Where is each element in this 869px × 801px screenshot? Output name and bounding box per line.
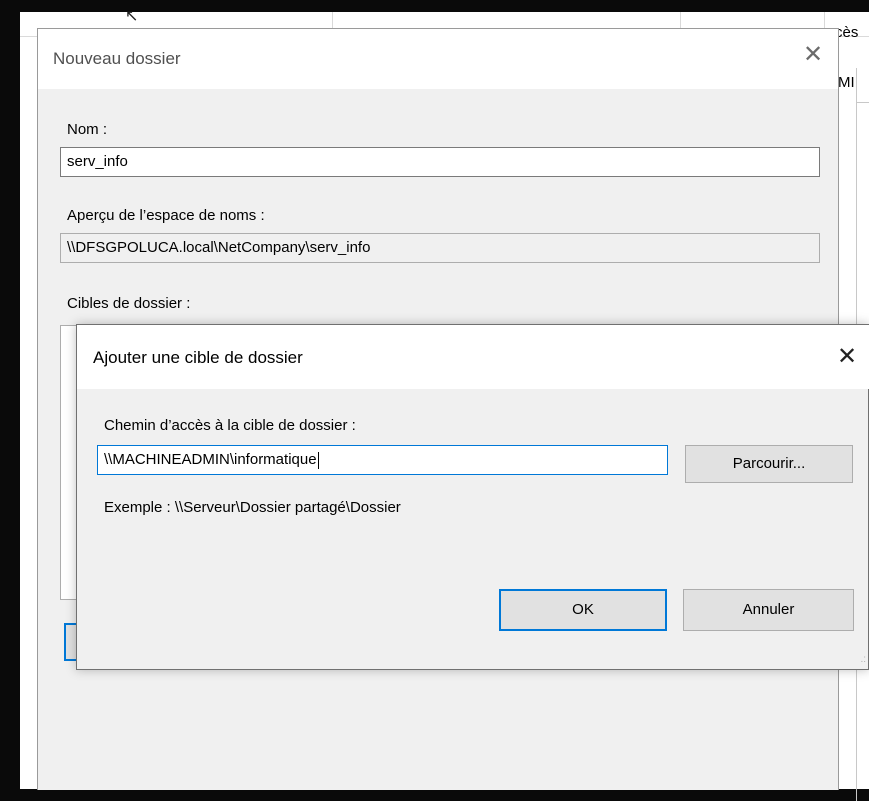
namespace-preview-label: Aperçu de l’espace de noms : [67,207,265,224]
example-text: Exemple : \\Serveur\Dossier partagé\Doss… [104,499,401,516]
name-label: Nom : [67,121,108,138]
folder-targets-label: Cibles de dossier : [67,295,191,312]
background-cell-text: MI [838,74,855,91]
name-field[interactable]: serv_info [60,147,820,177]
close-icon[interactable]: ✕ [793,35,833,75]
background-grid-line [856,102,869,103]
namespace-preview-field: \\DFSGPOLUCA.local\NetCompany\serv_info [60,233,820,263]
resize-grip-icon[interactable]: .: [860,654,866,665]
cancel-button[interactable]: Annuler [683,589,854,631]
browse-button[interactable]: Parcourir... [685,445,853,483]
add-target-titlebar: Ajouter une cible de dossier ✕ [77,325,869,389]
ok-button[interactable]: OK [499,589,667,631]
target-path-label: Chemin d’accès à la cible de dossier : [104,417,356,434]
new-folder-titlebar: Nouveau dossier ✕ [38,29,838,89]
add-target-title: Ajouter une cible de dossier [93,348,303,367]
target-path-input[interactable]: \\MACHINEADMIN\informatique [97,445,668,475]
close-icon[interactable]: ✕ [827,337,867,377]
text-caret [317,451,319,469]
mouse-cursor-icon: ↖ [125,8,139,25]
new-folder-title: Nouveau dossier [53,49,181,68]
add-folder-target-dialog: Ajouter une cible de dossier ✕ Chemin d’… [76,324,869,670]
target-path-value: \\MACHINEADMIN\informatique [104,451,317,468]
